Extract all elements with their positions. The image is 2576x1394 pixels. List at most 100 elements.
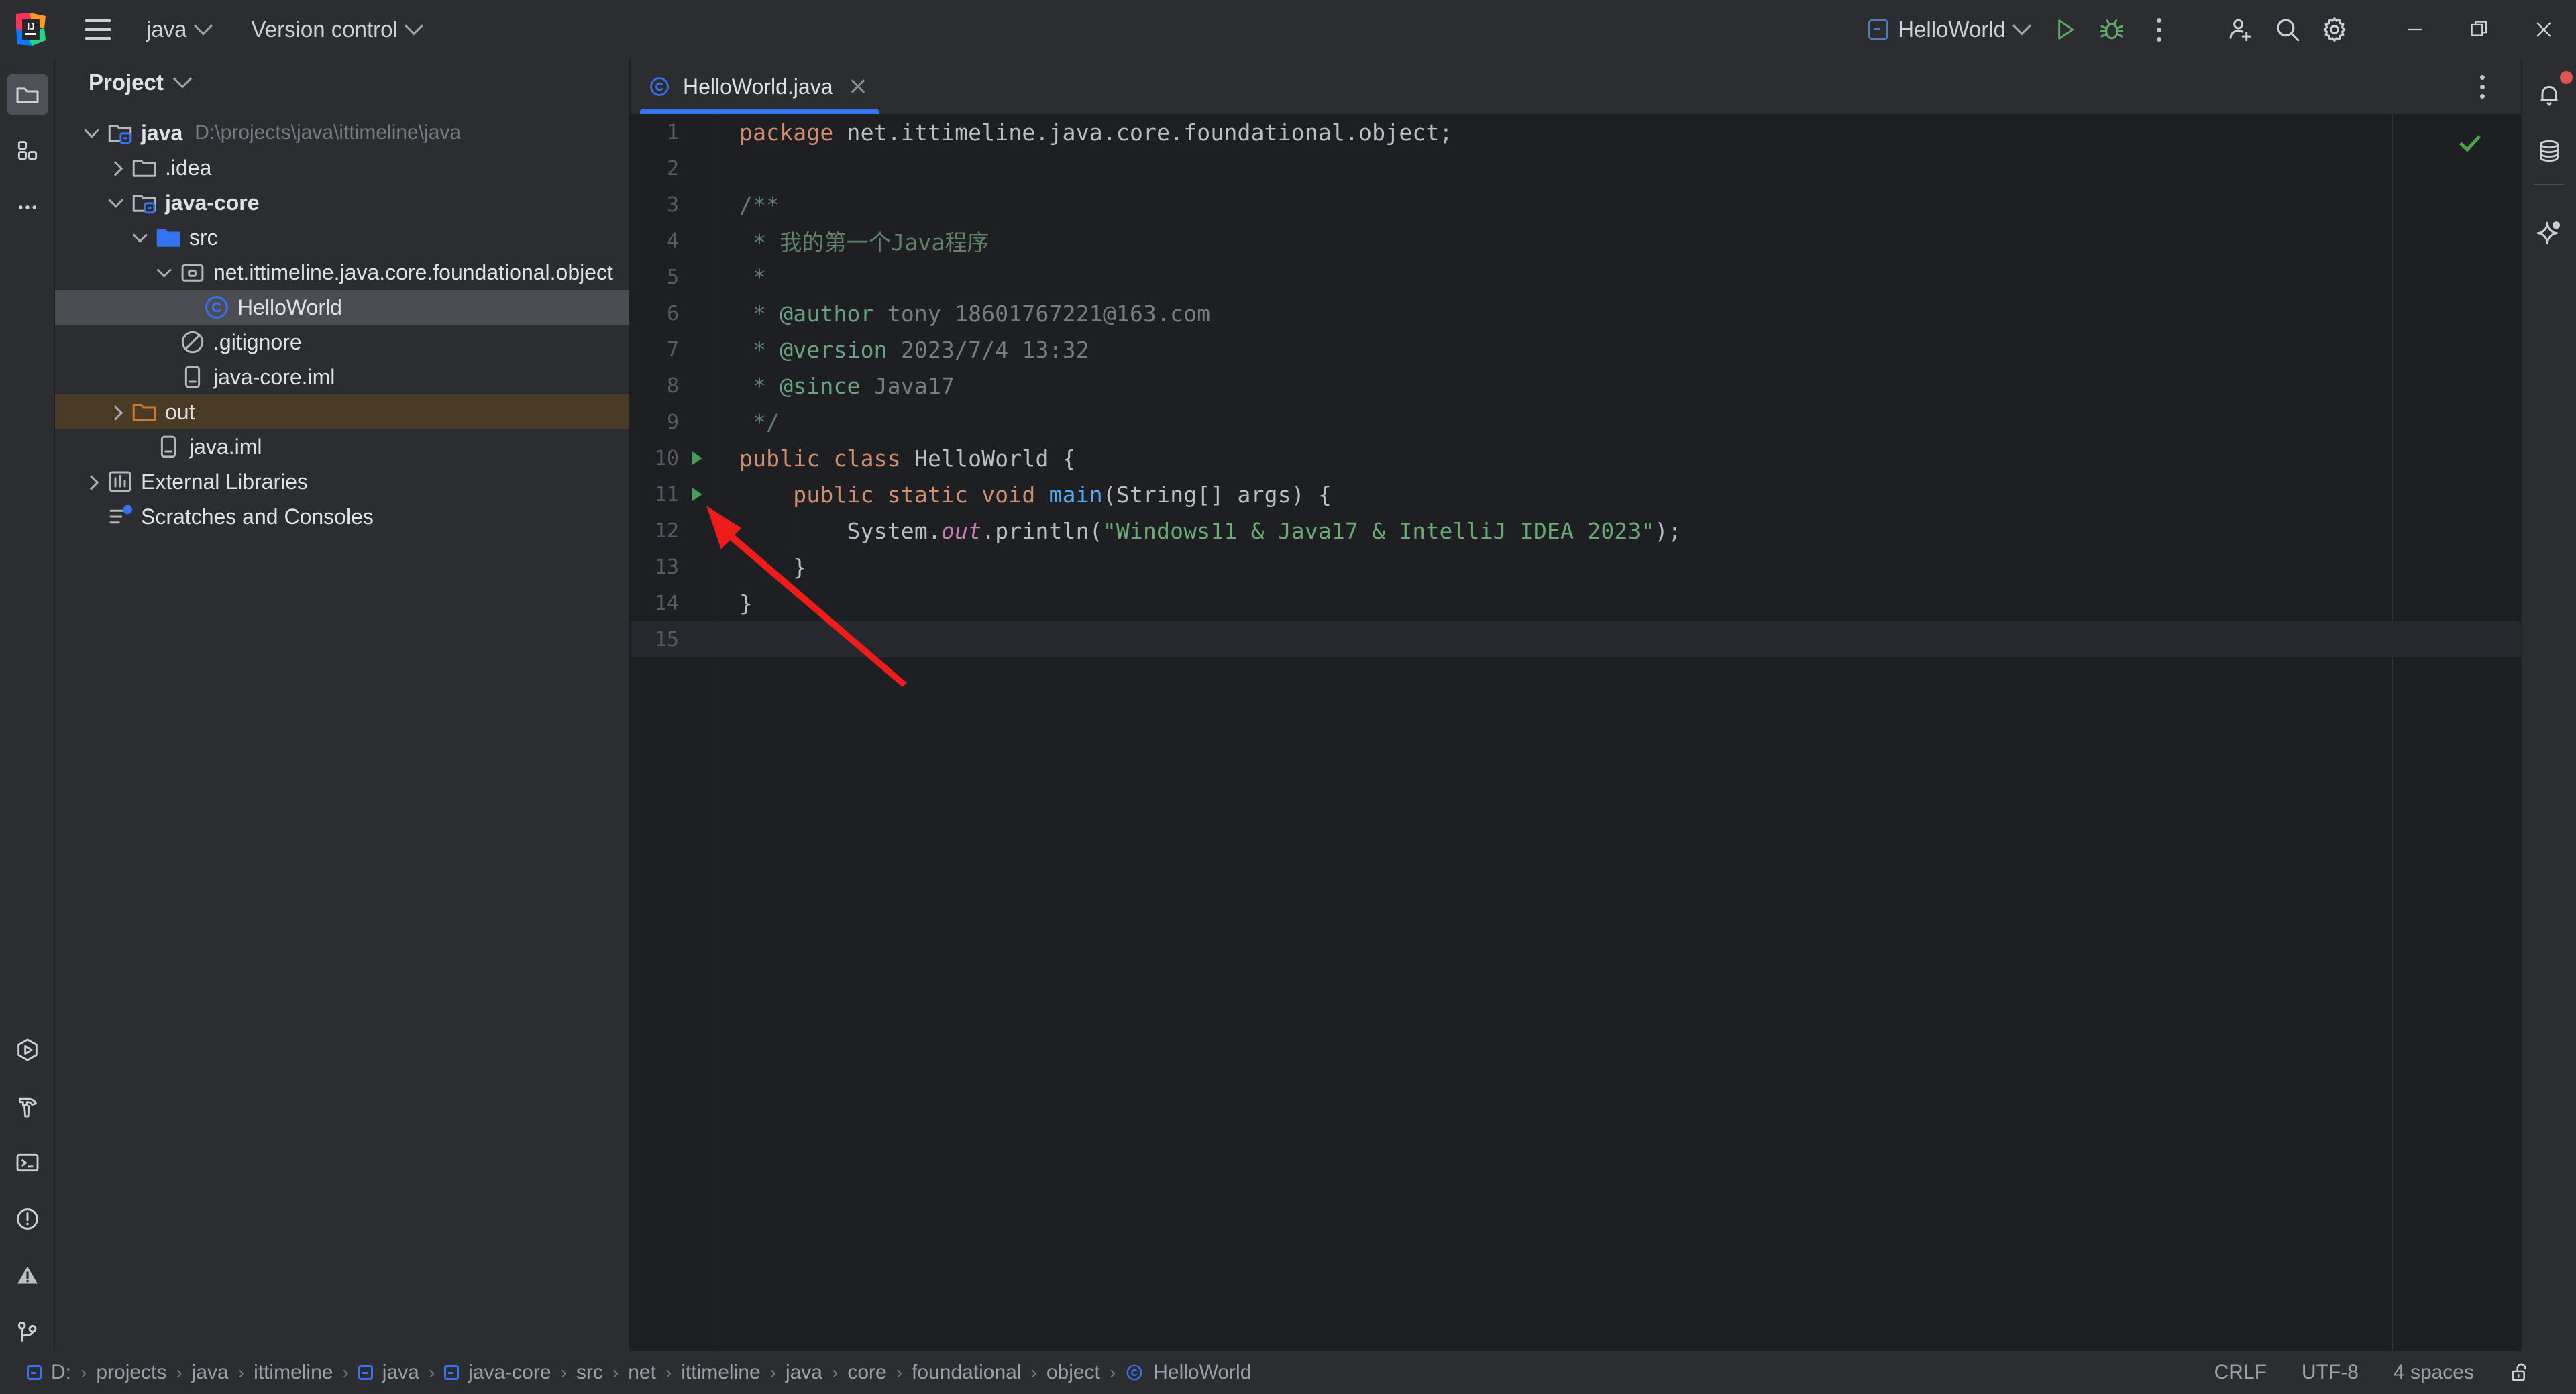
tree-item-label: Scratches and Consoles (141, 504, 374, 529)
git-tool-window-button[interactable] (7, 1311, 48, 1352)
encoding-widget[interactable]: UTF-8 (2284, 1356, 2376, 1389)
version-control-widget[interactable]: Version control (239, 11, 433, 48)
project-panel-header[interactable]: Project (55, 59, 630, 106)
breadcrumb-item-src[interactable]: src (568, 1356, 611, 1389)
breadcrumb-separator: › (342, 1362, 349, 1383)
breadcrumb-item-ittimeline[interactable]: ittimeline (673, 1356, 768, 1389)
chevron-down-icon[interactable] (152, 260, 176, 284)
module-folder-icon (130, 189, 158, 217)
chevron-down-icon[interactable] (79, 121, 103, 145)
breadcrumb-item-helloworld[interactable]: HelloWorld (1117, 1356, 1259, 1389)
breadcrumb-item-java[interactable]: java (777, 1356, 830, 1389)
code-line-7[interactable]: 7 * @version 2023/7/4 13:32 (631, 331, 2521, 368)
ai-assistant-button[interactable] (2528, 212, 2570, 254)
more-run-options-button[interactable] (2137, 8, 2180, 51)
iml-file-icon (154, 433, 182, 461)
run-tool-window-button[interactable] (7, 1029, 48, 1071)
tree-item-label: java (141, 120, 183, 145)
tree-item-scratches-and-consoles[interactable]: Scratches and Consoles (55, 499, 630, 534)
tree-item-external-libraries[interactable]: External Libraries (55, 464, 630, 499)
breadcrumb-label: net (628, 1361, 656, 1383)
debug-button[interactable] (2090, 8, 2133, 51)
minimize-window-button[interactable] (2383, 0, 2447, 59)
breadcrumb-item-java-core[interactable]: java-core (436, 1356, 559, 1389)
warnings-tool-window-button[interactable] (7, 1254, 48, 1296)
code-line-11[interactable]: 11 public static void main(String[] args… (631, 476, 2521, 513)
code-editor[interactable]: 1 package net.ittimeline.java.core.founda… (631, 114, 2521, 1367)
code-line-13[interactable]: 13 } (631, 549, 2521, 585)
chevron-right-icon[interactable] (103, 400, 127, 424)
tree-item-label: HelloWorld (237, 294, 342, 319)
breadcrumb-separator: › (896, 1362, 903, 1383)
breadcrumb-separator: › (80, 1362, 87, 1383)
indent-widget[interactable]: 4 spaces (2376, 1356, 2491, 1389)
code-text: * @author tony 18601767221@163.com (739, 300, 1211, 327)
tree-item-src[interactable]: src (55, 220, 630, 255)
database-tool-window-button[interactable] (2528, 130, 2570, 172)
read-only-toggle[interactable] (2491, 1356, 2549, 1389)
chevron-right-icon[interactable] (79, 470, 103, 494)
chevron-right-icon[interactable] (103, 156, 127, 180)
breadcrumb-item-java[interactable]: java (184, 1356, 237, 1389)
code-line-6[interactable]: 6 * @author tony 18601767221@163.com (631, 295, 2521, 331)
breadcrumb-item-projects[interactable]: projects (88, 1356, 174, 1389)
editor-tab-helloworld[interactable]: HelloWorld.java (631, 59, 888, 114)
close-window-button[interactable] (2512, 0, 2576, 59)
tree-item-out[interactable]: out (55, 394, 630, 429)
run-configuration-selector[interactable]: HelloWorld (1858, 11, 2039, 48)
structure-tool-window-button[interactable] (7, 130, 48, 172)
terminal-tool-window-button[interactable] (7, 1142, 48, 1183)
code-line-3[interactable]: 3 /** (631, 186, 2521, 223)
line-separator-widget[interactable]: CRLF (2197, 1356, 2284, 1389)
excluded-folder-icon (130, 398, 158, 426)
close-tab-icon[interactable] (845, 74, 871, 99)
code-line-15[interactable]: 15 (631, 621, 2521, 657)
main-menu-button[interactable] (79, 11, 117, 48)
chevron-down-icon (193, 16, 213, 36)
editor-options-icon[interactable] (2461, 65, 2504, 108)
code-line-4[interactable]: 4 * 我的第一个Java程序 (631, 223, 2521, 259)
line-number: 12 (654, 519, 679, 543)
tree-item-java[interactable]: java D:\projects\java\ittimeline\java (55, 115, 630, 150)
project-tool-window-button[interactable] (6, 74, 48, 115)
project-selector[interactable]: java (134, 11, 222, 48)
maximize-window-button[interactable] (2447, 0, 2512, 59)
breadcrumb-label: src (576, 1361, 603, 1383)
settings-button[interactable] (2313, 8, 2356, 51)
more-tool-windows-button[interactable] (7, 186, 48, 228)
code-line-8[interactable]: 8 * @since Java17 (631, 368, 2521, 404)
breadcrumb-item-foundational[interactable]: foundational (904, 1356, 1029, 1389)
breadcrumb-item-net[interactable]: net (620, 1356, 664, 1389)
intellij-idea-logo: IJ (12, 11, 50, 48)
problems-tool-window-button[interactable] (7, 1198, 48, 1240)
search-everywhere-button[interactable] (2266, 8, 2309, 51)
chevron-down-icon[interactable] (127, 225, 152, 250)
tree-item-helloworld[interactable]: HelloWorld (55, 290, 630, 325)
chevron-down-icon[interactable] (103, 191, 127, 215)
tree-item-java-core-iml[interactable]: java-core.iml (55, 360, 630, 394)
code-line-9[interactable]: 9 */ (631, 404, 2521, 440)
notifications-button[interactable] (2528, 71, 2573, 115)
tree-item--gitignore[interactable]: .gitignore (55, 325, 630, 360)
tree-item-java-iml[interactable]: java.iml (55, 429, 630, 464)
breadcrumb-item-ittimeline[interactable]: ittimeline (246, 1356, 341, 1389)
breadcrumb-item-java[interactable]: java (350, 1356, 427, 1389)
code-line-5[interactable]: 5 * (631, 259, 2521, 295)
code-line-1[interactable]: 1 package net.ittimeline.java.core.founda… (631, 114, 2521, 150)
run-gutter-icon[interactable] (679, 484, 714, 504)
add-user-button[interactable] (2219, 8, 2262, 51)
code-line-14[interactable]: 14} (631, 585, 2521, 621)
breadcrumb-item-d-[interactable]: D: (19, 1356, 79, 1389)
build-tool-window-button[interactable] (7, 1085, 48, 1127)
run-button[interactable] (2043, 8, 2086, 51)
code-line-10[interactable]: 10 public class HelloWorld { (631, 440, 2521, 476)
breadcrumb-item-object[interactable]: object (1038, 1356, 1108, 1389)
tree-item--idea[interactable]: .idea (55, 150, 630, 185)
tree-item-java-core[interactable]: java-core (55, 185, 630, 220)
breadcrumb-item-core[interactable]: core (839, 1356, 894, 1389)
code-text: public class HelloWorld { (739, 445, 1076, 472)
tree-item-net-ittimeline-java-core-foundational-object[interactable]: net.ittimeline.java.core.foundational.ob… (55, 255, 630, 290)
code-line-2[interactable]: 2 (631, 150, 2521, 186)
run-gutter-icon[interactable] (679, 448, 714, 468)
code-line-12[interactable]: 12 System.out.println("Windows11 & Java1… (631, 513, 2521, 549)
